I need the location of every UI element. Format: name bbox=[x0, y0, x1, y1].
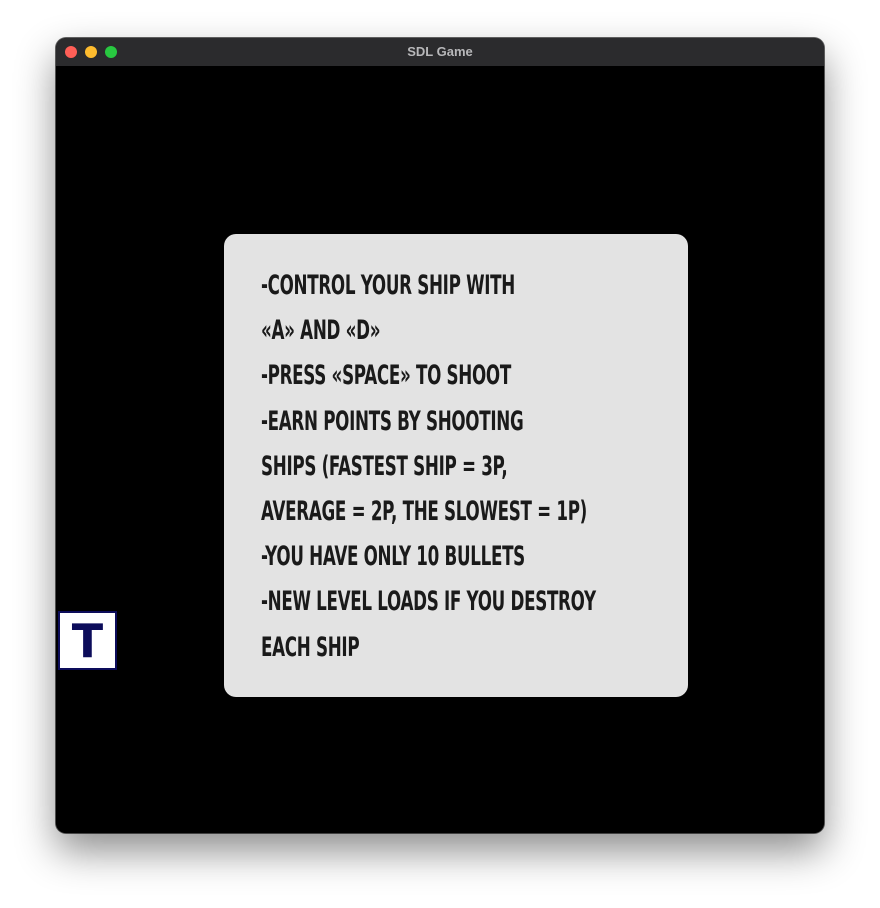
game-window: SDL Game -CONTROL YOUR SHIP WITH «A» AND… bbox=[56, 38, 824, 833]
instruction-line: AVERAGE = 2P, THE SLOWEST = 1P) bbox=[261, 495, 588, 527]
instruction-line: -CONTROL YOUR SHIP WITH bbox=[261, 270, 515, 301]
instruction-line: SHIPS (FASTEST SHIP = 3P, bbox=[261, 450, 508, 482]
instruction-line: -NEW LEVEL LOADS IF YOU DESTROY bbox=[261, 586, 596, 618]
instruction-line: EACH SHIP bbox=[261, 631, 360, 663]
instruction-line: -YOU HAVE ONLY 10 BULLETS bbox=[261, 541, 525, 573]
instruction-line: -EARN POINTS BY SHOOTING bbox=[261, 405, 524, 437]
instructions-list: -CONTROL YOUR SHIP WITH «A» AND «D» -PRE… bbox=[261, 263, 801, 670]
instruction-line: -PRESS «SPACE» TO SHOOT bbox=[261, 360, 511, 392]
instruction-line: «A» AND «D» bbox=[261, 315, 381, 347]
title-bar[interactable]: SDL Game bbox=[56, 38, 824, 67]
tile-letter: T bbox=[71, 614, 104, 668]
tutorial-toggle-tile[interactable]: T bbox=[58, 611, 117, 670]
game-canvas[interactable]: -CONTROL YOUR SHIP WITH «A» AND «D» -PRE… bbox=[56, 66, 824, 833]
instructions-panel: -CONTROL YOUR SHIP WITH «A» AND «D» -PRE… bbox=[224, 234, 688, 697]
window-title: SDL Game bbox=[407, 44, 473, 59]
